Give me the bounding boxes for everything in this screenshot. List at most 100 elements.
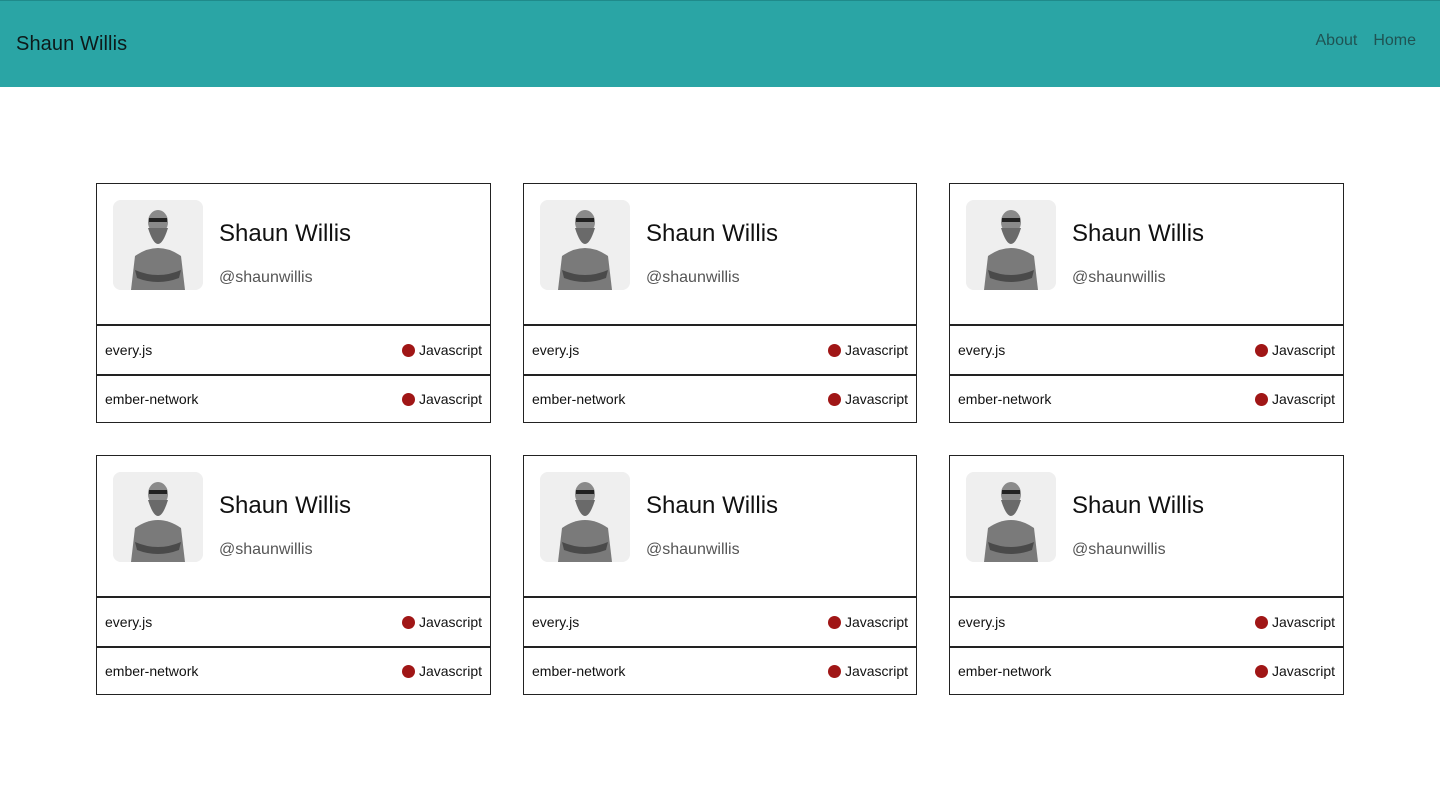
repo-row[interactable]: ember-network Javascript (524, 374, 916, 422)
brand-link[interactable]: Shaun Willis (16, 33, 127, 56)
repo-row[interactable]: every.js Javascript (524, 326, 916, 374)
repo-language: Javascript (1254, 342, 1335, 358)
avatar (113, 472, 203, 562)
language-label: Javascript (418, 391, 482, 407)
profile-handle: @shaunwillis (1072, 541, 1166, 558)
repo-row[interactable]: ember-network Javascript (97, 646, 490, 694)
avatar (540, 200, 630, 290)
profile-card-grid: Shaun Willis @shaunwillis every.js Javas… (96, 183, 1344, 695)
person-portrait-icon (540, 472, 630, 562)
repo-language: Javascript (827, 663, 908, 679)
avatar (113, 200, 203, 290)
repo-language: Javascript (401, 614, 482, 630)
profile-header: Shaun Willis @shaunwillis (950, 184, 1343, 326)
avatar (966, 472, 1056, 562)
nav-about-link[interactable]: About (1316, 32, 1358, 50)
profile-card: Shaun Willis @shaunwillis every.js Javas… (96, 183, 491, 423)
repo-name[interactable]: ember-network (105, 663, 198, 679)
profile-header: Shaun Willis @shaunwillis (97, 456, 490, 598)
profile-name: Shaun Willis (1072, 220, 1205, 247)
profile-card: Shaun Willis @shaunwillis every.js Javas… (523, 455, 917, 695)
repo-row[interactable]: ember-network Javascript (97, 374, 490, 422)
language-dot-icon (1254, 392, 1268, 406)
repo-name[interactable]: ember-network (105, 391, 198, 407)
language-dot-icon (1254, 664, 1268, 678)
profile-handle: @shaunwillis (219, 269, 313, 286)
profile-handle: @shaunwillis (646, 269, 740, 286)
language-dot-icon (401, 343, 415, 357)
top-navbar: Shaun Willis About Home (0, 0, 1440, 87)
profile-handle: @shaunwillis (646, 541, 740, 558)
repo-name[interactable]: ember-network (532, 663, 625, 679)
profile-handle: @shaunwillis (219, 541, 313, 558)
language-label: Javascript (1271, 391, 1335, 407)
repo-language: Javascript (401, 391, 482, 407)
main-nav: About Home (1316, 32, 1417, 50)
repo-name[interactable]: every.js (958, 342, 1005, 358)
repo-row[interactable]: every.js Javascript (97, 326, 490, 374)
language-label: Javascript (1271, 614, 1335, 630)
profile-name: Shaun Willis (646, 220, 779, 247)
person-portrait-icon (113, 200, 203, 290)
profile-header: Shaun Willis @shaunwillis (97, 184, 490, 326)
repo-language: Javascript (827, 391, 908, 407)
language-label: Javascript (418, 614, 482, 630)
language-dot-icon (401, 615, 415, 629)
repo-language: Javascript (401, 342, 482, 358)
avatar (966, 200, 1056, 290)
profile-name: Shaun Willis (219, 492, 352, 519)
repo-name[interactable]: every.js (958, 614, 1005, 630)
person-portrait-icon (966, 472, 1056, 562)
language-dot-icon (827, 343, 841, 357)
repo-name[interactable]: every.js (532, 614, 579, 630)
repo-row[interactable]: every.js Javascript (97, 598, 490, 646)
person-portrait-icon (540, 200, 630, 290)
language-label: Javascript (844, 663, 908, 679)
person-portrait-icon (113, 472, 203, 562)
language-dot-icon (401, 664, 415, 678)
avatar (540, 472, 630, 562)
repo-row[interactable]: every.js Javascript (950, 326, 1343, 374)
language-label: Javascript (418, 663, 482, 679)
profile-card: Shaun Willis @shaunwillis every.js Javas… (949, 455, 1344, 695)
repo-row[interactable]: ember-network Javascript (950, 646, 1343, 694)
profile-name: Shaun Willis (1072, 492, 1205, 519)
repo-name[interactable]: every.js (105, 342, 152, 358)
repo-language: Javascript (1254, 614, 1335, 630)
repo-name[interactable]: ember-network (958, 391, 1051, 407)
repo-name[interactable]: ember-network (532, 391, 625, 407)
language-dot-icon (827, 664, 841, 678)
language-dot-icon (401, 392, 415, 406)
language-label: Javascript (844, 614, 908, 630)
repo-language: Javascript (1254, 663, 1335, 679)
profile-card: Shaun Willis @shaunwillis every.js Javas… (523, 183, 917, 423)
repo-language: Javascript (827, 614, 908, 630)
profile-handle: @shaunwillis (1072, 269, 1166, 286)
language-label: Javascript (1271, 342, 1335, 358)
repo-language: Javascript (827, 342, 908, 358)
repo-row[interactable]: every.js Javascript (950, 598, 1343, 646)
profile-header: Shaun Willis @shaunwillis (950, 456, 1343, 598)
language-dot-icon (827, 615, 841, 629)
repo-row[interactable]: ember-network Javascript (524, 646, 916, 694)
repo-name[interactable]: every.js (105, 614, 152, 630)
repo-name[interactable]: ember-network (958, 663, 1051, 679)
language-dot-icon (1254, 343, 1268, 357)
language-label: Javascript (418, 342, 482, 358)
profile-card: Shaun Willis @shaunwillis every.js Javas… (96, 455, 491, 695)
profile-name: Shaun Willis (219, 220, 352, 247)
profile-header: Shaun Willis @shaunwillis (524, 184, 916, 326)
language-dot-icon (827, 392, 841, 406)
language-label: Javascript (844, 342, 908, 358)
repo-language: Javascript (401, 663, 482, 679)
repo-name[interactable]: every.js (532, 342, 579, 358)
repo-row[interactable]: every.js Javascript (524, 598, 916, 646)
profile-card: Shaun Willis @shaunwillis every.js Javas… (949, 183, 1344, 423)
person-portrait-icon (966, 200, 1056, 290)
profile-name: Shaun Willis (646, 492, 779, 519)
repo-row[interactable]: ember-network Javascript (950, 374, 1343, 422)
language-label: Javascript (844, 391, 908, 407)
nav-home-link[interactable]: Home (1373, 32, 1416, 50)
language-label: Javascript (1271, 663, 1335, 679)
repo-language: Javascript (1254, 391, 1335, 407)
